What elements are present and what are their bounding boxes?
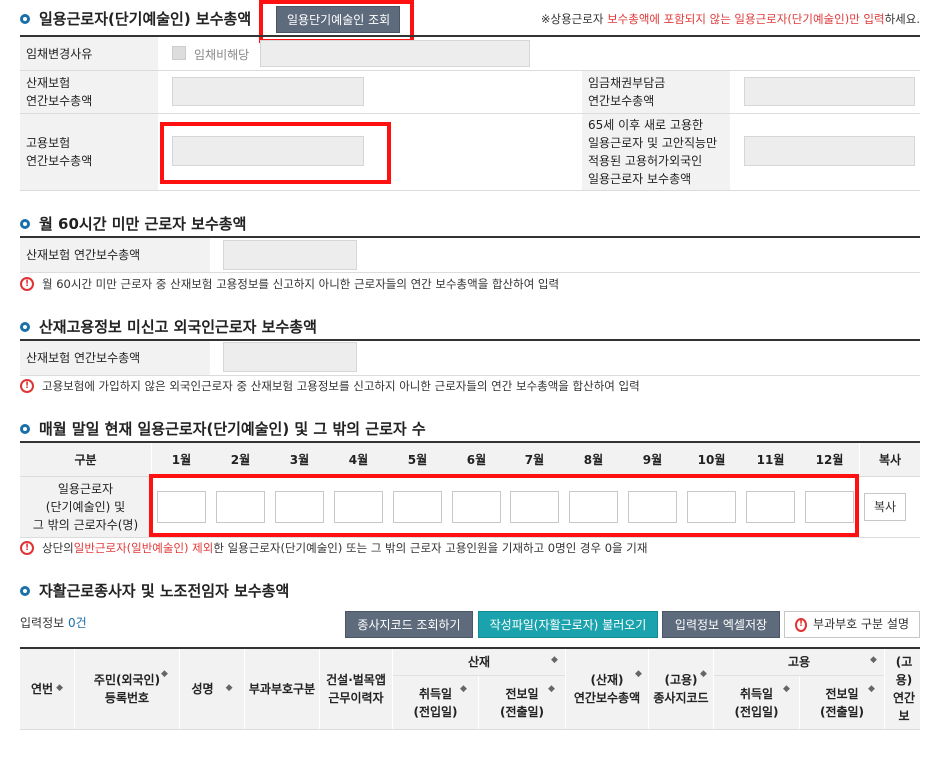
sort-icon: ◆ (635, 669, 642, 679)
section3-title: 산재고용정보 미신고 외국인근로자 보수총액 (20, 316, 317, 337)
not-applicable-label: 임채비해당 (194, 48, 250, 62)
col-construction[interactable]: 건설·벌목앱 근무이력자 (320, 649, 392, 729)
row-divider (20, 272, 920, 273)
section-bullet-icon (20, 13, 30, 24)
month-count-input-4[interactable] (334, 491, 383, 523)
goyong-total-input[interactable] (172, 136, 364, 166)
section2-warning: ! 월 60시간 미만 근로자 중 산재보험 고용정보를 신고하지 아니한 근로… (20, 276, 559, 292)
sort-icon: ◆ (868, 684, 875, 694)
worker-count-row-label: 일용근로자 (단기예술인) 및 그 밖의 근로자수(명) (20, 477, 151, 537)
section5-title: 자활근로종사자 및 노조전임자 보수총액 (20, 580, 289, 601)
row-divider (714, 675, 884, 676)
month-count-input-7[interactable] (510, 491, 559, 523)
copy-column-header: 복사 (860, 443, 920, 476)
month-count-input-8[interactable] (569, 491, 618, 523)
daily-worker-query-button[interactable]: 일용단기예술인 조회 (276, 6, 400, 33)
section-bullet-icon (20, 218, 30, 229)
month-count-input-12[interactable] (805, 491, 854, 523)
row-divider (20, 190, 920, 191)
sort-icon: ◆ (783, 684, 790, 694)
warning-icon: ! (20, 379, 34, 393)
row-label-over65-total: 65세 이후 새로 고용한 일용근로자 및 고안직능만 적용된 고용허가외국인 … (582, 114, 730, 190)
month-header-4: 4월 (329, 443, 388, 476)
section1-title: 일용근로자(단기예술인) 보수총액 (20, 8, 251, 29)
month-header-2: 2월 (211, 443, 270, 476)
copy-button[interactable]: 복사 (864, 493, 906, 521)
col-seq[interactable]: 연번 ◆ (20, 649, 74, 729)
change-reason-input[interactable] (260, 40, 530, 67)
month-count-input-2[interactable] (216, 491, 265, 523)
section-bullet-icon (20, 321, 30, 332)
month-header-11: 11월 (741, 443, 800, 476)
load-file-button[interactable]: 작성파일(자활근로자) 불러오기 (478, 611, 658, 638)
section3-warning: ! 고용보험에 가입하지 않은 외국인근로자 중 산재보험 고용정보를 신고하지… (20, 378, 640, 394)
col-group-goyong: 고용 (714, 649, 884, 675)
code-help-button[interactable]: ! 부과부호 구분 설명 (784, 611, 920, 638)
sort-icon: ◆ (460, 684, 467, 694)
sort-icon: ◆ (870, 655, 877, 665)
warning-icon: ! (20, 541, 34, 555)
excel-save-button[interactable]: 입력정보 엑셀저장 (662, 611, 780, 638)
section1-note: ※상용근로자 보수총액에 포함되지 않는 일용근로자(단기예술인)만 입력하세요… (540, 12, 920, 26)
row-divider (20, 537, 920, 538)
row-label-goyong-total: 고용보험 연간보수총액 (20, 114, 158, 190)
month-header-1: 1월 (152, 443, 211, 476)
month-count-input-1[interactable] (157, 491, 206, 523)
section4-warning: ! 상단의 일반근로자(일반예술인) 제외 한 일용근로자(단기예술인) 또는 그… (20, 540, 647, 556)
row-label-wage-claim-total: 임금채권부담금 연간보수총액 (582, 71, 730, 113)
col-sanjae-total[interactable]: (산재) 연간보수총액 (566, 649, 648, 729)
section3-label: 산재보험 연간보수총액 (20, 341, 210, 375)
wage-claim-total-input[interactable] (744, 77, 915, 106)
month-header-3: 3월 (270, 443, 329, 476)
section2-label: 산재보험 연간보수총액 (20, 238, 210, 272)
month-count-input-3[interactable] (275, 491, 324, 523)
month-count-input-5[interactable] (393, 491, 442, 523)
sort-icon: ◆ (700, 669, 707, 679)
month-header-7: 7월 (505, 443, 564, 476)
section2-title: 월 60시간 미만 근로자 보수총액 (20, 213, 246, 234)
sanjae-total-input[interactable] (172, 77, 364, 106)
sort-icon: ◆ (551, 655, 558, 665)
col-group-sanjae: 산재 (393, 649, 565, 675)
col-rrn[interactable]: 주민(외국인) 등록번호 (75, 649, 179, 729)
sort-icon: ◆ (56, 683, 63, 694)
input-count: 입력정보 0건 (20, 616, 87, 630)
month-count-input-6[interactable] (452, 491, 501, 523)
month-header-12: 12월 (800, 443, 859, 476)
sort-icon: ◆ (161, 669, 168, 679)
under60h-sanjae-input[interactable] (223, 240, 357, 270)
month-count-input-9[interactable] (628, 491, 677, 523)
month-header-6: 6월 (447, 443, 506, 476)
warning-icon: ! (795, 617, 808, 632)
sort-icon: ◆ (225, 683, 233, 694)
section4-title: 매월 말일 현재 일용근로자(단기예술인) 및 그 밖의 근로자 수 (20, 418, 426, 439)
not-applicable-checkbox[interactable] (172, 46, 186, 60)
over65-total-input[interactable] (744, 136, 915, 166)
month-header-9: 9월 (623, 443, 682, 476)
month-count-input-10[interactable] (687, 491, 736, 523)
row-divider (20, 476, 920, 477)
month-header-5: 5월 (388, 443, 447, 476)
row-divider (393, 675, 565, 676)
col-levy-code[interactable]: 부과부호구분 (245, 649, 319, 729)
row-label-sanjae-total: 산재보험 연간보수총액 (20, 71, 158, 113)
row-label-change-reason: 임채변경사유 (20, 37, 158, 70)
section-bullet-icon (20, 585, 30, 596)
row-divider (20, 375, 920, 376)
col-goyong-total[interactable]: (고용) 연간보 (885, 649, 920, 729)
month-count-input-11[interactable] (746, 491, 795, 523)
month-table-head-label: 구분 (20, 443, 151, 476)
month-header-8: 8월 (564, 443, 623, 476)
section-bullet-icon (20, 423, 30, 434)
sort-icon: ◆ (548, 684, 555, 694)
row-divider (20, 729, 920, 730)
unreported-foreign-sanjae-input[interactable] (223, 342, 357, 372)
warning-icon: ! (20, 277, 34, 291)
month-header-10: 10월 (682, 443, 741, 476)
lookup-site-code-button[interactable]: 종사지코드 조회하기 (345, 611, 473, 638)
col-name[interactable]: 성명 ◆ (180, 649, 244, 729)
col-goyong-site-code[interactable]: (고용) 종사지코드 (649, 649, 713, 729)
